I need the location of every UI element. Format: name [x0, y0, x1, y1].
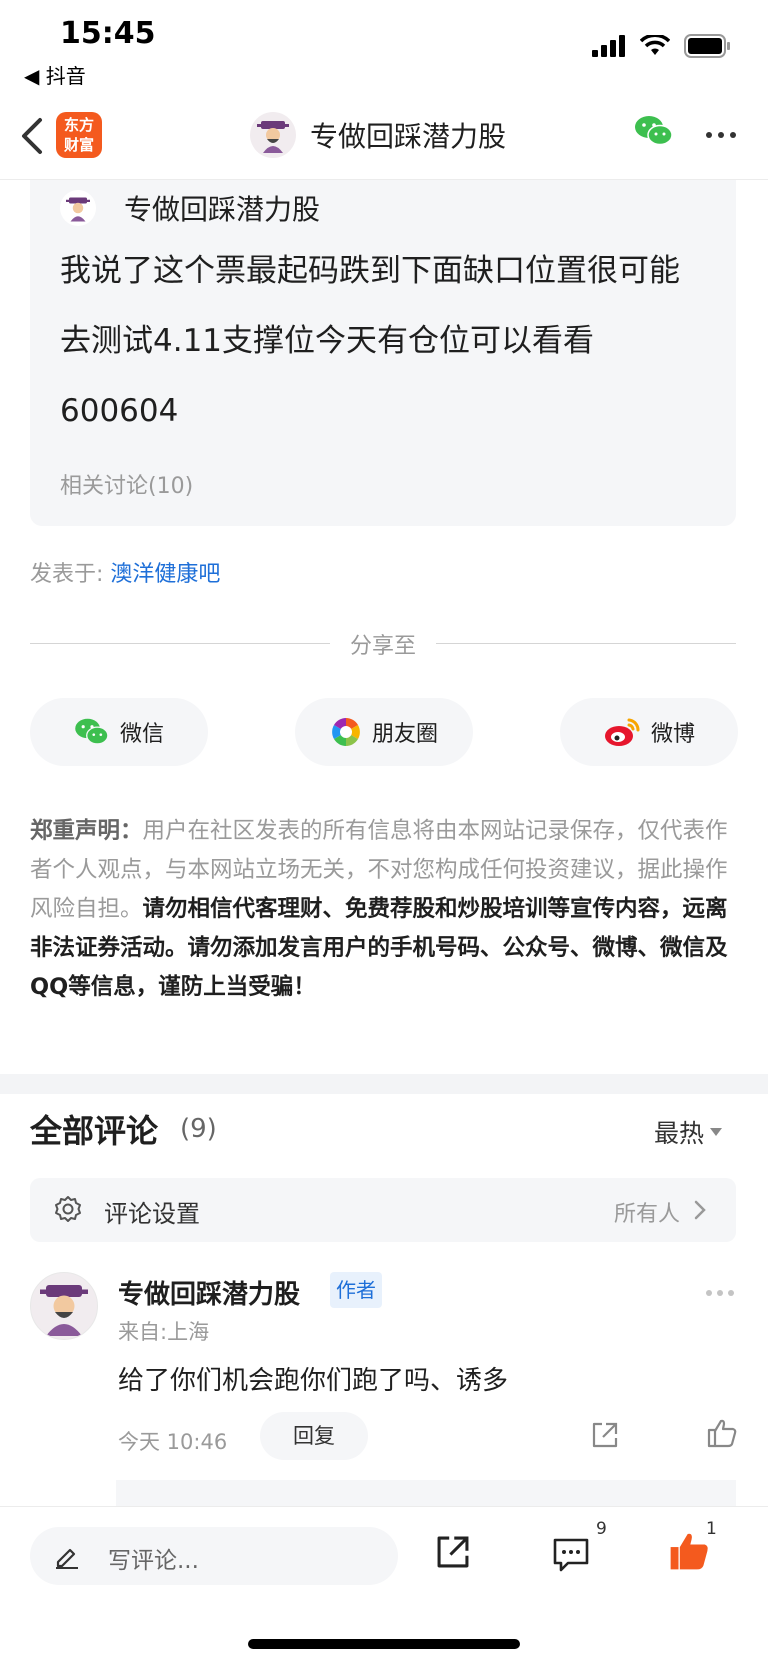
comment-author-name[interactable]: 专做回踩潜力股: [118, 1274, 300, 1311]
back-to-app-link[interactable]: ◀ 抖音: [24, 60, 86, 89]
author-badge: 作者: [330, 1272, 382, 1308]
share-weibo-button[interactable]: 微博: [560, 698, 738, 766]
avatar: [60, 190, 96, 226]
write-comment-input[interactable]: 写评论...: [30, 1527, 398, 1585]
likes-count-badge: 1: [706, 1519, 717, 1539]
quoted-post-text: 我说了这个票最起码跌到下面缺口位置很可能去测试4.11支撑位今天有仓位可以看看6…: [60, 253, 680, 429]
share-moments-label: 朋友圈: [371, 722, 438, 747]
more-options-button[interactable]: [706, 132, 736, 138]
more-dot: [728, 1290, 734, 1296]
app-logo[interactable]: 东方 财富: [56, 112, 102, 158]
share-label: 分享至: [349, 634, 416, 659]
avatar-figure-icon: [40, 1285, 88, 1336]
comment-time: 今天 10:46: [118, 1430, 228, 1454]
posted-in-label: 发表于:: [30, 562, 104, 587]
share-divider: 分享至: [30, 628, 736, 659]
section-divider: [0, 1074, 768, 1094]
comments-sort-dropdown[interactable]: 最热: [654, 1114, 723, 1150]
bottom-bar: 写评论... 9 1: [0, 1506, 768, 1663]
posted-in: 发表于: 澳洋健康吧: [30, 556, 220, 588]
quoted-post-card[interactable]: 专做回踩潜力股 我说了这个票最起码跌到下面缺口位置很可能去测试4.11支撑位今天…: [30, 180, 736, 526]
comment-settings-label: 评论设置: [104, 1200, 200, 1228]
app-logo-line1: 东方: [63, 116, 94, 134]
more-dot: [706, 1290, 712, 1296]
more-dot: [718, 132, 724, 138]
like-button[interactable]: [668, 1531, 710, 1575]
disclaimer-heading: 郑重声明：: [30, 818, 143, 844]
divider-line: [436, 643, 736, 644]
comments-count: (9): [180, 1114, 217, 1144]
chevron-right-icon: [694, 1200, 706, 1220]
comment-bubble-icon: [553, 1538, 589, 1572]
comment-settings-value: 所有人: [613, 1202, 680, 1227]
avatar-figure-icon: [66, 197, 90, 222]
home-indicator: [248, 1639, 520, 1649]
quoted-author-name: 专做回踩潜力股: [124, 193, 321, 226]
wechat-icon: [635, 116, 673, 146]
comment-like-button[interactable]: [706, 1418, 738, 1452]
weibo-icon: [604, 718, 640, 746]
more-dot: [717, 1290, 723, 1296]
comment-settings-row[interactable]: 评论设置 所有人: [30, 1178, 736, 1242]
share-wechat-button[interactable]: 微信: [30, 698, 208, 766]
caret-down-icon: [710, 1128, 723, 1136]
share-wechat-label: 微信: [119, 722, 164, 747]
chevron-left-icon: [22, 118, 42, 154]
nav-bar: 东方 财富 专做回踩潜力股: [0, 100, 768, 180]
moments-icon: [332, 718, 360, 746]
forum-link[interactable]: 澳洋健康吧: [110, 562, 220, 587]
comment-more-button[interactable]: [706, 1290, 734, 1296]
write-comment-placeholder: 写评论...: [108, 1548, 199, 1574]
avatar: [250, 112, 296, 158]
avatar-figure-icon: [257, 121, 289, 153]
share-weibo-label: 微博: [650, 722, 695, 747]
signal-icon: [592, 35, 625, 57]
reply-button[interactable]: 回复: [260, 1412, 368, 1460]
pen-icon: [56, 1548, 78, 1569]
more-dot: [706, 132, 712, 138]
comment-item: 专做回踩潜力股 作者 来自:上海 给了你们机会跑你们跑了吗、诱多 今天 10:4…: [0, 1270, 768, 1500]
comments-title: 全部评论: [30, 1112, 159, 1150]
comments-count-badge: 9: [596, 1519, 607, 1539]
share-button[interactable]: [434, 1533, 472, 1575]
quoted-post-author: 专做回踩潜力股: [60, 188, 320, 228]
related-discussions-link[interactable]: 相关讨论(10): [60, 468, 193, 500]
share-icon: [592, 1422, 618, 1448]
more-dot: [730, 132, 736, 138]
back-button[interactable]: [18, 116, 58, 164]
comments-button[interactable]: [552, 1537, 590, 1577]
app-logo-line2: 财富: [63, 136, 94, 154]
thumbs-up-filled-icon: [670, 1533, 708, 1570]
thumbs-up-icon: [707, 1419, 737, 1448]
wifi-icon: [640, 35, 670, 55]
share-icon: [437, 1536, 469, 1568]
share-moments-button[interactable]: 朋友圈: [295, 698, 473, 766]
nav-title: 专做回踩潜力股: [310, 120, 507, 153]
status-bar: 15:45 ◀ 抖音: [0, 0, 768, 100]
battery-icon: [684, 34, 730, 58]
nav-author[interactable]: 专做回踩潜力股: [250, 112, 506, 158]
avatar[interactable]: [30, 1272, 98, 1340]
comment-text: 给了你们机会跑你们跑了吗、诱多: [118, 1366, 509, 1396]
wechat-icon: [75, 718, 109, 745]
disclaimer: 郑重声明：用户在社区发表的所有信息将由本网站记录保存，仅代表作者个人观点，与本网…: [30, 812, 738, 1007]
sort-label: 最热: [654, 1119, 705, 1148]
comment-share-button[interactable]: [590, 1420, 620, 1454]
status-time: 15:45: [60, 16, 156, 51]
status-icons: [592, 34, 732, 58]
gear-icon: [55, 1196, 81, 1222]
wechat-share-button[interactable]: [634, 114, 674, 152]
comment-location: 来自:上海: [118, 1320, 210, 1344]
